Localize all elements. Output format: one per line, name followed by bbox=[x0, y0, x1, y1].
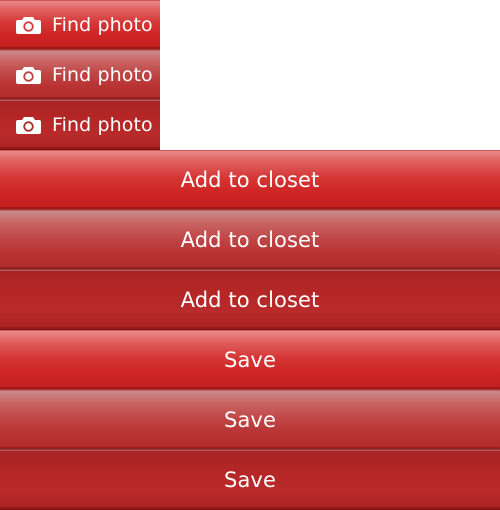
find-photo-button-active[interactable]: Find photo bbox=[0, 100, 160, 150]
add-to-closet-label: Add to closet bbox=[180, 228, 320, 252]
camera-icon bbox=[16, 66, 41, 84]
add-to-closet-label: Add to closet bbox=[180, 168, 320, 192]
save-label: Save bbox=[224, 468, 276, 492]
save-label: Save bbox=[224, 348, 276, 372]
save-label: Save bbox=[224, 408, 276, 432]
find-photo-button-normal[interactable]: Find photo bbox=[0, 0, 160, 50]
button-sprite-sheet: Find photo Find photo Find photo Add to … bbox=[0, 0, 500, 510]
save-button-active[interactable]: Save bbox=[0, 450, 500, 510]
find-photo-button-hover[interactable]: Find photo bbox=[0, 50, 160, 100]
add-to-closet-button-normal[interactable]: Add to closet bbox=[0, 150, 500, 210]
add-to-closet-button-hover[interactable]: Add to closet bbox=[0, 210, 500, 270]
add-to-closet-button-active[interactable]: Add to closet bbox=[0, 270, 500, 330]
save-button-hover[interactable]: Save bbox=[0, 390, 500, 450]
add-to-closet-label: Add to closet bbox=[180, 288, 320, 312]
camera-icon bbox=[16, 16, 41, 34]
save-button-normal[interactable]: Save bbox=[0, 330, 500, 390]
find-photo-label: Find photo bbox=[52, 114, 153, 136]
find-photo-label: Find photo bbox=[52, 64, 153, 86]
camera-icon bbox=[16, 116, 41, 134]
find-photo-label: Find photo bbox=[52, 14, 153, 36]
